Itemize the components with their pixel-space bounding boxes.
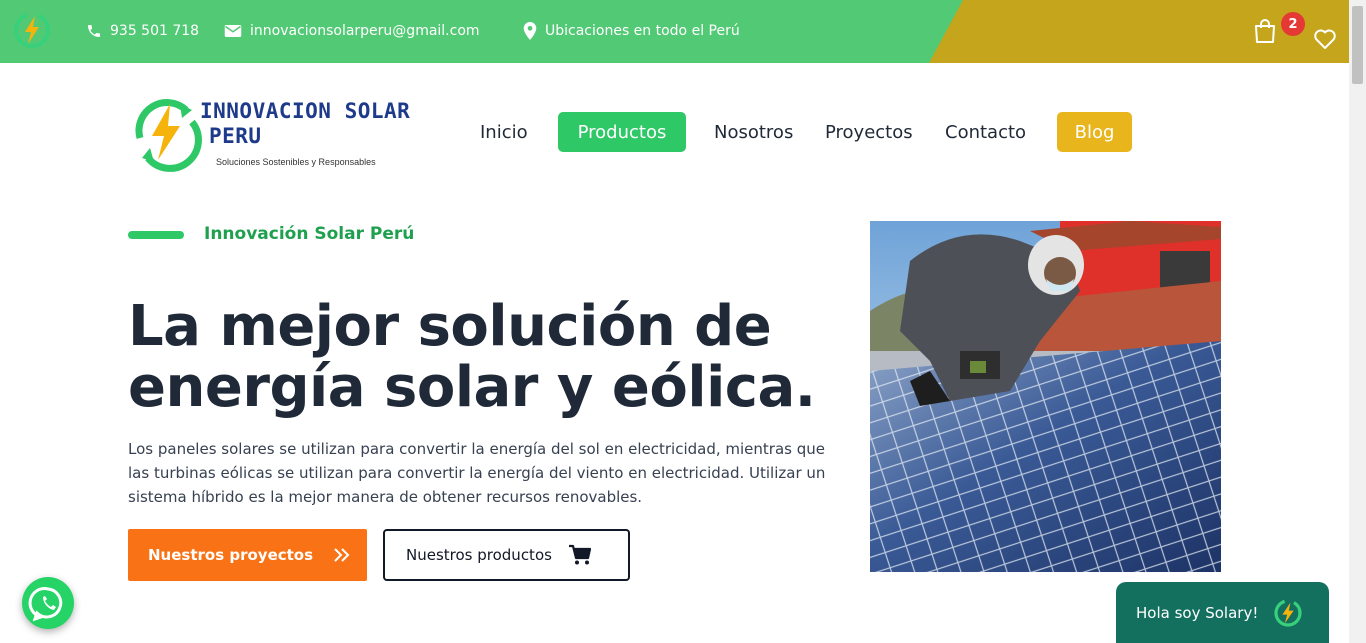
products-button[interactable]: Nuestros productos (383, 529, 630, 581)
nav-nosotros[interactable]: Nosotros (714, 112, 793, 152)
bolt-logo-icon[interactable] (12, 10, 52, 50)
logo-title-line2: PERU (209, 124, 262, 148)
phone-icon (88, 25, 100, 37)
location-pin-icon (523, 22, 537, 40)
hero-title-line1: La mejor solución de (128, 294, 772, 359)
page: 935 501 718 innovacionsolarperu@gmail.co… (0, 0, 1366, 643)
hero-photo-solar-installer (870, 221, 1221, 572)
products-button-label: Nuestros productos (406, 546, 552, 564)
whatsapp-icon (28, 587, 63, 622)
scrollbar-thumb[interactable] (1352, 6, 1363, 84)
hero-eyebrow: Innovación Solar Perú (204, 224, 415, 244)
phone-contact[interactable]: 935 501 718 (86, 20, 199, 42)
projects-button[interactable]: Nuestros proyectos (128, 529, 367, 581)
nav-inicio[interactable]: Inicio (480, 112, 528, 152)
location-text: Ubicaciones en todo el Perú (545, 23, 740, 39)
shopping-cart-icon (568, 544, 592, 565)
email-text: innovacionsolarperu@gmail.com (250, 23, 480, 39)
whatsapp-button[interactable] (22, 577, 74, 629)
heart-icon[interactable] (1313, 28, 1337, 50)
projects-button-label: Nuestros proyectos (148, 546, 314, 564)
nav-blog[interactable]: Blog (1057, 112, 1132, 152)
cart-bag-icon[interactable] (1253, 18, 1277, 44)
double-chevron-right-icon (334, 548, 350, 562)
chatbot-label: Hola soy Solary! (1136, 603, 1259, 622)
nav-proyectos[interactable]: Proyectos (825, 112, 913, 152)
eyebrow-divider (128, 231, 184, 239)
phone-text: 935 501 718 (110, 23, 200, 39)
hero-title: La mejor solución de energía solar y eól… (128, 296, 848, 418)
hero-title-line2: energía solar y eólica. (128, 355, 816, 420)
nav-contacto[interactable]: Contacto (945, 112, 1026, 152)
mail-icon (224, 25, 242, 37)
logo-title-line1: INNOVACION SOLAR (200, 99, 411, 123)
cart-count-badge: 2 (1281, 12, 1305, 36)
bolt-logo-icon (1274, 598, 1302, 627)
nav-productos[interactable]: Productos (558, 112, 686, 152)
logo-tagline: Soluciones Sostenibles y Responsables (216, 157, 376, 167)
location-contact[interactable]: Ubicaciones en todo el Perú (523, 20, 740, 42)
email-contact[interactable]: innovacionsolarperu@gmail.com (224, 20, 480, 42)
hero-description: Los paneles solares se utilizan para con… (128, 440, 826, 506)
scrollbar-track[interactable] (1349, 0, 1366, 643)
chatbot-launcher[interactable]: Hola soy Solary! (1116, 582, 1329, 643)
